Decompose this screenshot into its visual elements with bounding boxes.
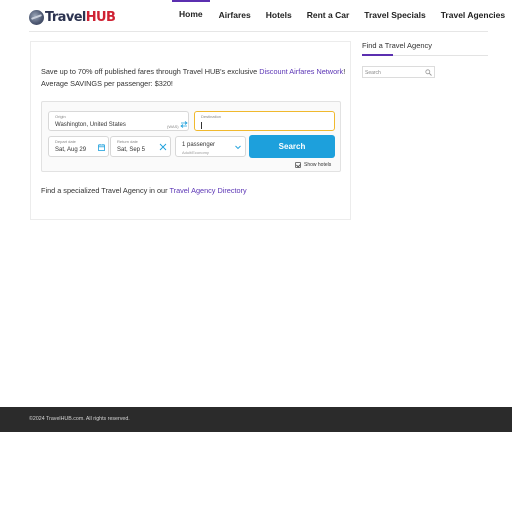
sidebar-divider-accent [362, 54, 393, 56]
show-hotels-option[interactable]: Show hotels [295, 162, 331, 168]
sidebar-search-input[interactable] [365, 68, 423, 77]
promo-text-start: Save up to 70% off published fares throu… [41, 67, 260, 76]
depart-date-label: Depart date [55, 139, 76, 144]
depart-date-field[interactable]: Depart date Sat, Aug 29 [48, 136, 109, 157]
flight-search-widget: Origin Washington, United States (WAS) D… [41, 101, 341, 172]
sidebar-search-box [362, 66, 435, 78]
globe-icon [29, 9, 44, 25]
promo-paragraph: Save up to 70% off published fares throu… [41, 66, 346, 90]
destination-field[interactable]: Destination [194, 111, 335, 131]
main-nav: Home Airfares Hotels Rent a Car Travel S… [172, 0, 512, 30]
show-hotels-checkbox[interactable] [295, 162, 301, 168]
nav-item-airfares[interactable]: Airfares [219, 0, 251, 28]
discount-airfares-link[interactable]: Discount Airfares Network [259, 67, 343, 76]
logo-text: TravelHUB [45, 9, 116, 25]
site-logo[interactable]: TravelHUB [29, 6, 116, 28]
copyright-text: ©2024 TravelHUB.com. All rights reserved… [29, 416, 130, 422]
directory-text: Find a specialized Travel Agency in our [41, 186, 170, 195]
nav-item-travel-agencies[interactable]: Travel Agencies [441, 0, 505, 28]
passengers-class: Adult/Economy [182, 150, 209, 155]
text-cursor [201, 122, 202, 129]
sidebar-title: Find a Travel Agency [362, 41, 433, 50]
passengers-field[interactable]: 1 passenger Adult/Economy [175, 136, 246, 157]
show-hotels-label: Show hotels [304, 162, 332, 168]
calendar-icon [98, 144, 105, 151]
logo-text-hub: HUB [85, 9, 116, 25]
depart-date-value: Sat, Aug 29 [55, 147, 87, 153]
travel-agency-directory-link[interactable]: Travel Agency Directory [169, 186, 246, 195]
search-button[interactable]: Search [249, 135, 335, 158]
search-icon[interactable] [425, 69, 432, 76]
destination-label: Destination [201, 114, 222, 119]
nav-item-home[interactable]: Home [172, 0, 210, 28]
directory-paragraph: Find a specialized Travel Agency in our … [41, 186, 247, 195]
return-date-field[interactable]: Return date Sat, Sep 5 [110, 136, 171, 157]
origin-value: Washington, United States [55, 122, 126, 128]
nav-item-rent-a-car[interactable]: Rent a Car [307, 0, 350, 28]
return-date-label: Return date [117, 139, 138, 144]
nav-item-travel-specials[interactable]: Travel Specials [364, 0, 425, 28]
chevron-down-icon [235, 145, 241, 150]
passengers-value: 1 passenger [182, 142, 216, 148]
main-content-panel: Save up to 70% off published fares throu… [30, 41, 351, 220]
swap-icon[interactable] [180, 121, 188, 128]
return-date-value: Sat, Sep 5 [117, 147, 146, 153]
header-divider [29, 31, 488, 32]
origin-code: (WAS) [167, 124, 179, 129]
origin-label: Origin [55, 114, 66, 119]
clear-return-date-icon[interactable] [159, 143, 167, 151]
site-footer: ©2024 TravelHUB.com. All rights reserved… [0, 407, 512, 432]
nav-item-hotels[interactable]: Hotels [266, 0, 292, 28]
logo-text-travel: Travel [45, 9, 86, 25]
origin-field[interactable]: Origin Washington, United States (WAS) [48, 111, 189, 131]
